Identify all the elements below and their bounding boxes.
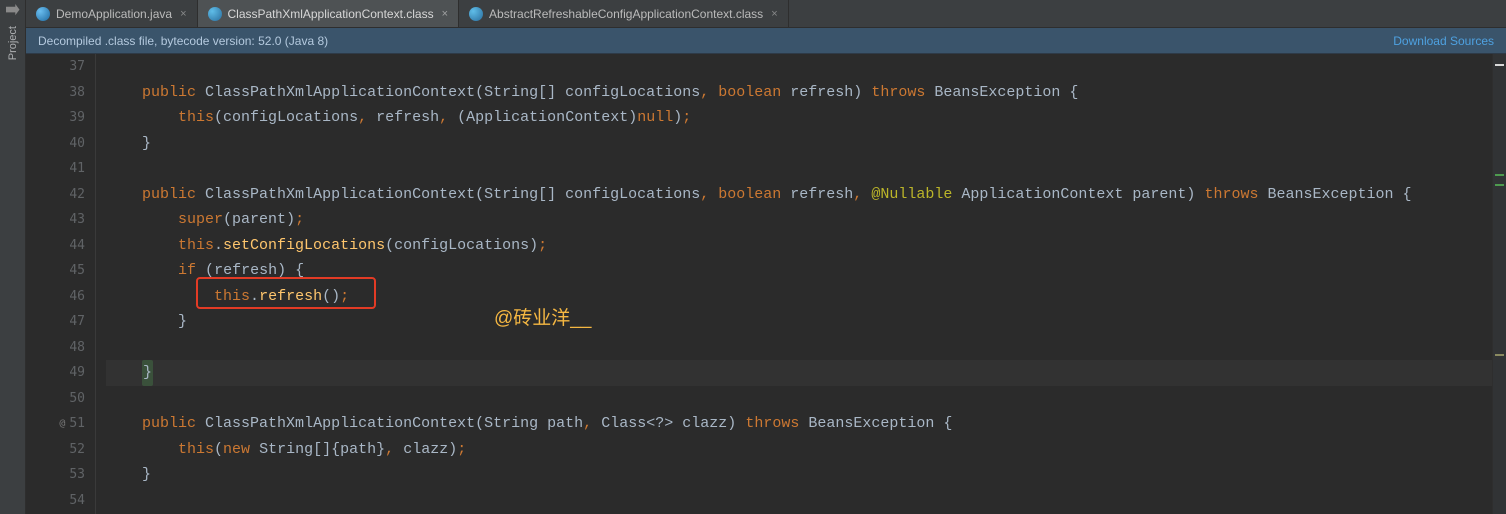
code-line[interactable]: super(parent); [106,207,1506,233]
code-line[interactable]: public ClassPathXmlApplicationContext(St… [106,80,1506,106]
code-line[interactable] [106,335,1506,361]
line-number: 48 [26,335,87,361]
close-icon[interactable]: × [771,8,777,20]
download-sources-link[interactable]: Download Sources [1393,34,1494,48]
line-number: 52 [26,437,87,463]
line-number: 50 [26,386,87,412]
code-line[interactable]: } [106,131,1506,157]
tab-demoapplication[interactable]: DemoApplication.java × [26,0,198,27]
code-line[interactable]: this(configLocations, refresh, (Applicat… [106,105,1506,131]
code-line[interactable] [106,488,1506,514]
line-number: @51 [26,411,87,437]
line-number: 42 [26,182,87,208]
code-line[interactable]: public ClassPathXmlApplicationContext(St… [106,182,1506,208]
line-number: 37 [26,54,87,80]
code-line[interactable] [106,386,1506,412]
code-line[interactable] [106,156,1506,182]
line-number: 46 [26,284,87,310]
code-line[interactable]: public ClassPathXmlApplicationContext(St… [106,411,1506,437]
code-line[interactable]: } [106,309,1506,335]
class-file-icon [208,7,222,21]
code-editor[interactable]: 3738394041424344454647484950@51525354 @砖… [26,54,1506,514]
line-number: 40 [26,131,87,157]
code-area[interactable]: @砖业洋__ public ClassPathXmlApplicationCon… [96,54,1506,514]
decompiled-message: Decompiled .class file, bytecode version… [38,34,328,48]
tab-label: ClassPathXmlApplicationContext.class [228,7,434,21]
tab-abstractrefreshable[interactable]: AbstractRefreshableConfigApplicationCont… [459,0,789,27]
line-number-gutter: 3738394041424344454647484950@51525354 [26,54,96,514]
code-line[interactable] [106,54,1506,80]
override-gutter-mark[interactable]: @ [59,411,65,437]
line-number: 38 [26,80,87,106]
line-number: 53 [26,462,87,488]
code-line[interactable]: this.setConfigLocations(configLocations)… [106,233,1506,259]
editor-tabs: DemoApplication.java × ClassPathXmlAppli… [26,0,1506,28]
tab-label: DemoApplication.java [56,7,172,21]
decompiled-notification-bar: Decompiled .class file, bytecode version… [26,28,1506,54]
toolwindow-label[interactable]: Project [7,26,19,60]
line-number: 54 [26,488,87,514]
highlight-box [196,277,376,309]
editor-minimap[interactable] [1492,54,1506,514]
java-file-icon [36,7,50,21]
code-line[interactable]: } [106,462,1506,488]
line-number: 44 [26,233,87,259]
class-file-icon [469,7,483,21]
line-number: 39 [26,105,87,131]
tab-classpathxml[interactable]: ClassPathXmlApplicationContext.class × [198,0,460,27]
line-number: 41 [26,156,87,182]
line-number: 43 [26,207,87,233]
line-number: 47 [26,309,87,335]
line-number: 49 [26,360,87,386]
line-number: 45 [26,258,87,284]
code-line[interactable]: } [106,360,1506,386]
close-icon[interactable]: × [442,8,448,20]
watermark-text: @砖业洋__ [494,306,591,332]
toolwindow-strip: Project [0,0,26,514]
tab-label: AbstractRefreshableConfigApplicationCont… [489,7,763,21]
code-line[interactable]: this(new String[]{path}, clazz); [106,437,1506,463]
close-icon[interactable]: × [180,8,186,20]
toolwindow-icon[interactable] [6,4,20,18]
